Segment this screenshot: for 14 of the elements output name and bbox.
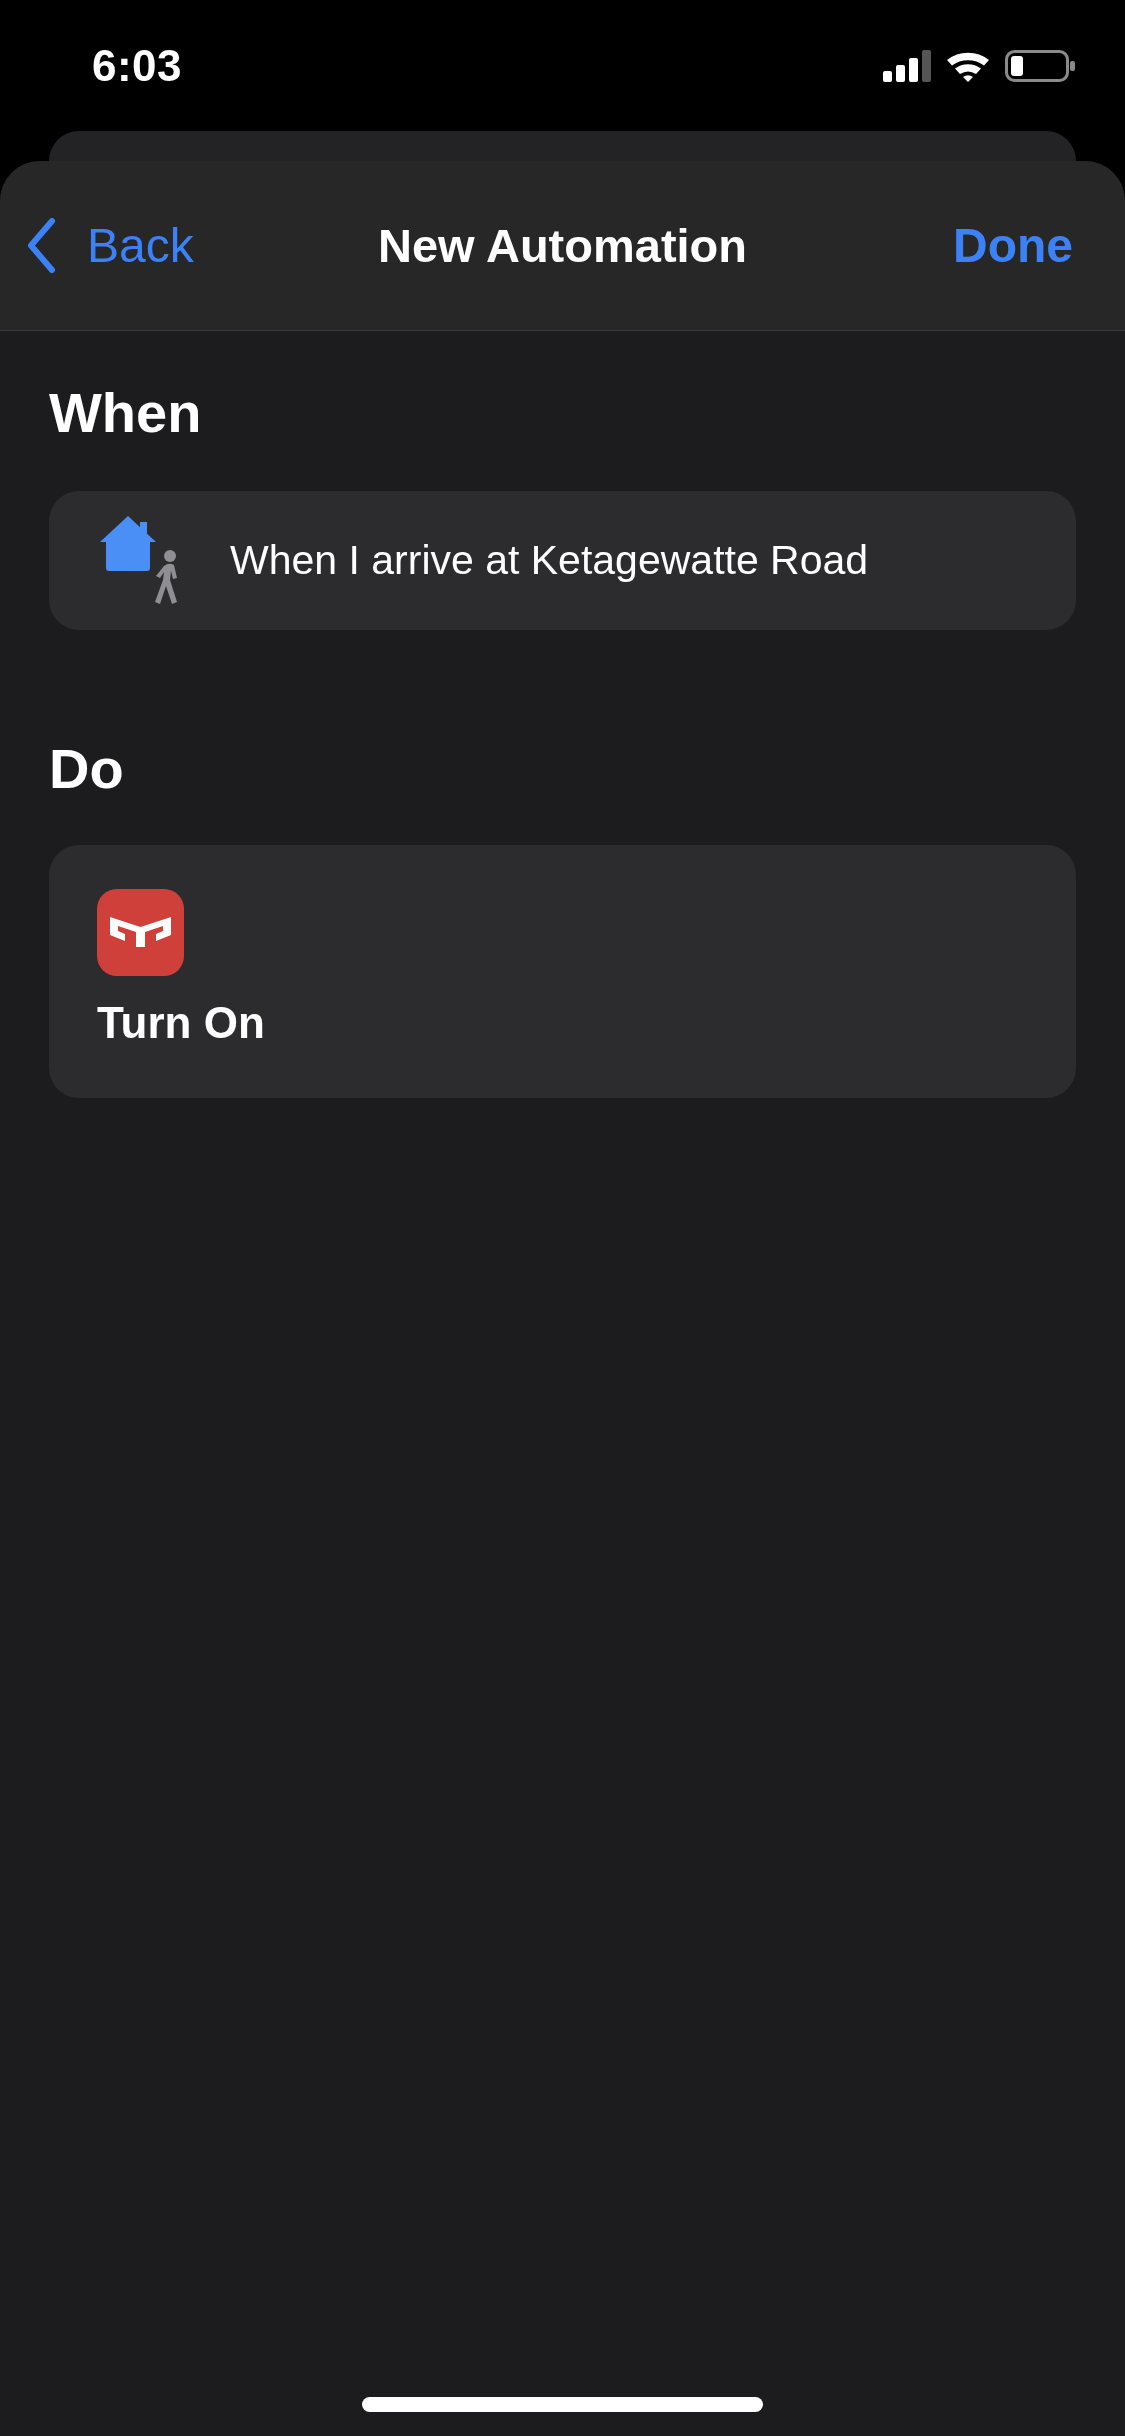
status-time: 6:03 [92, 43, 183, 88]
section-heading: When [49, 380, 203, 446]
app-icon [97, 889, 184, 977]
trigger-text: When I arrive at Ketagewatte Road [230, 536, 869, 586]
chevron-left-icon [26, 218, 57, 273]
section-heading: Do [49, 736, 125, 803]
battery-icon [1005, 49, 1075, 82]
signal-icon [883, 49, 931, 82]
trigger-card[interactable]: When I arrive at Ketagewatte Road [49, 491, 1076, 631]
done-button[interactable]: Done [953, 216, 1073, 275]
back-button[interactable]: Back [26, 216, 194, 275]
screen-title: New Automation [378, 217, 747, 274]
action-text: Turn On [97, 997, 265, 1050]
action-card[interactable]: Turn On [49, 845, 1076, 1099]
